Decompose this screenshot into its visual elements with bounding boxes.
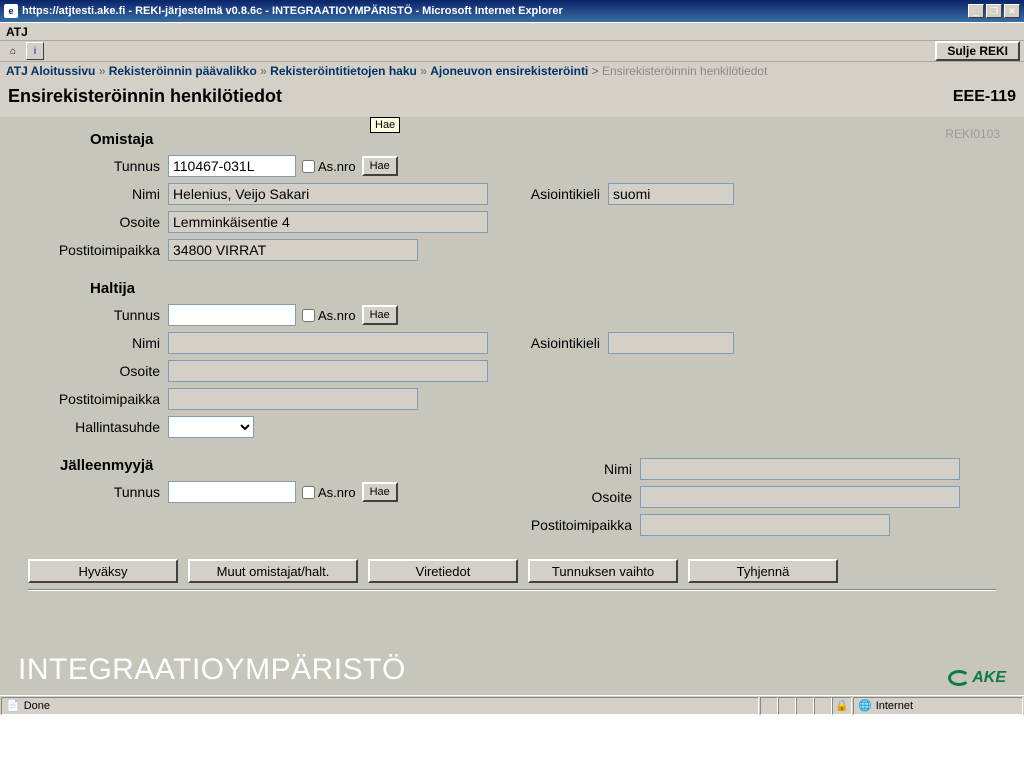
window-title: https://atjtesti.ake.fi - REKI-järjestel…	[22, 5, 968, 17]
jalleenmyyja-asnro-wrap[interactable]: As.nro	[302, 485, 356, 500]
jalleenmyyja-nimi	[640, 458, 960, 480]
omistaja-heading: Omistaja	[90, 131, 1004, 148]
label-osoite: Osoite	[20, 214, 168, 230]
tunnuksen-vaihto-button[interactable]: Tunnuksen vaihto	[528, 559, 678, 583]
jalleenmyyja-osoite	[640, 486, 960, 508]
page-header: Ensirekisteröinnin henkilötiedot EEE-119	[0, 82, 1024, 117]
haltija-heading: Haltija	[90, 280, 1004, 297]
status-cell	[796, 697, 814, 715]
omistaja-postitoimipaikka: 34800 VIRRAT	[168, 239, 418, 261]
crumb-sep: »	[420, 64, 427, 78]
page-id: EEE-119	[953, 88, 1016, 106]
label-hallintasuhde: Hallintasuhde	[20, 419, 168, 435]
label-postitoimipaikka: Postitoimipaikka	[500, 517, 640, 533]
close-button[interactable]: ✕	[1004, 4, 1020, 18]
crumb-ensirek[interactable]: Ajoneuvon ensirekisteröinti	[430, 64, 588, 78]
haltija-hallintasuhde-select[interactable]	[168, 416, 254, 438]
status-cell	[814, 697, 832, 715]
crumb-sep: »	[260, 64, 267, 78]
sulje-reki-button[interactable]: Sulje REKI	[935, 41, 1020, 61]
omistaja-asiointikieli: suomi	[608, 183, 734, 205]
haltija-osoite	[168, 360, 488, 382]
haltija-nimi	[168, 332, 488, 354]
label-nimi: Nimi	[20, 186, 168, 202]
toolbar: ⌂ i Sulje REKI	[0, 40, 1024, 62]
haltija-postitoimipaikka	[168, 388, 418, 410]
omistaja-tunnus-input[interactable]	[168, 155, 296, 177]
app-menubar: ATJ	[0, 22, 1024, 40]
status-cell	[778, 697, 796, 715]
haltija-tunnus-input[interactable]	[168, 304, 296, 326]
content-footer: INTEGRAATIOYMPÄRISTÖ AKE	[18, 653, 1006, 687]
lock-icon: 🔒	[835, 699, 849, 712]
ie-icon: e	[4, 4, 18, 18]
maximize-button[interactable]: ❐	[986, 4, 1002, 18]
divider	[28, 589, 996, 591]
omistaja-asnro-wrap[interactable]: As.nro	[302, 159, 356, 174]
app-label[interactable]: ATJ	[6, 25, 28, 39]
muut-omistajat-button[interactable]: Muut omistajat/halt.	[188, 559, 358, 583]
crumb-haku[interactable]: Rekisteröintitietojen haku	[270, 64, 417, 78]
haltija-asnro-checkbox[interactable]	[302, 309, 315, 322]
label-postitoimipaikka: Postitoimipaikka	[20, 391, 168, 407]
haltija-asnro-wrap[interactable]: As.nro	[302, 308, 356, 323]
haltija-hae-button[interactable]: Hae	[362, 305, 398, 325]
label-osoite: Osoite	[20, 363, 168, 379]
zone-text: Internet	[876, 700, 913, 712]
section-haltija: Haltija Tunnus As.nro Hae Nimi Asiointik…	[20, 280, 1004, 439]
status-zone: 🌐 Internet	[853, 697, 1023, 715]
label-nimi: Nimi	[500, 461, 640, 477]
info-icon[interactable]: i	[26, 42, 44, 60]
label-osoite: Osoite	[500, 489, 640, 505]
hae-tooltip: Hae	[370, 117, 400, 133]
status-left: 📄 Done	[1, 697, 759, 715]
label-nimi: Nimi	[20, 335, 168, 351]
label-tunnus: Tunnus	[20, 307, 168, 323]
label-tunnus: Tunnus	[20, 158, 168, 174]
globe-icon: 🌐	[858, 699, 872, 712]
crumb-current: Ensirekisteröinnin henkilötiedot	[602, 64, 767, 78]
section-omistaja: Omistaja Tunnus As.nro Hae Hae Nimi Hele…	[20, 131, 1004, 262]
label-postitoimipaikka: Postitoimipaikka	[20, 242, 168, 258]
status-text: Done	[24, 700, 50, 712]
breadcrumbs: ATJ Aloitussivu » Rekisteröinnin päävali…	[0, 62, 1024, 82]
page-title: Ensirekisteröinnin henkilötiedot	[8, 86, 953, 107]
section-jalleenmyyja: Jälleenmyyjä Tunnus As.nro Hae Nimi	[20, 457, 1004, 541]
ake-logo: AKE	[948, 669, 1006, 687]
label-asiointikieli: Asiointikieli	[488, 335, 608, 351]
crumb-aloitus[interactable]: ATJ Aloitussivu	[6, 64, 95, 78]
environment-label: INTEGRAATIOYMPÄRISTÖ	[18, 653, 406, 687]
crumb-sep: >	[592, 64, 602, 78]
home-icon[interactable]: ⌂	[4, 42, 22, 60]
ake-swirl-icon	[948, 670, 970, 686]
status-bar: 📄 Done 🔒 🌐 Internet	[0, 695, 1024, 715]
jalleenmyyja-asnro-checkbox[interactable]	[302, 486, 315, 499]
omistaja-asnro-checkbox[interactable]	[302, 160, 315, 173]
content-area: REKI0103 Omistaja Tunnus As.nro Hae Hae …	[0, 117, 1024, 695]
jalleenmyyja-tunnus-input[interactable]	[168, 481, 296, 503]
crumb-paavalikko[interactable]: Rekisteröinnin päävalikko	[109, 64, 257, 78]
lock-cell: 🔒	[832, 697, 852, 715]
omistaja-osoite: Lemminkäisentie 4	[168, 211, 488, 233]
action-buttons: Hyväksy Muut omistajat/halt. Viretiedot …	[28, 559, 996, 583]
viretiedot-button[interactable]: Viretiedot	[368, 559, 518, 583]
haltija-asiointikieli	[608, 332, 734, 354]
omistaja-nimi: Helenius, Veijo Sakari	[168, 183, 488, 205]
omistaja-hae-button[interactable]: Hae	[362, 156, 398, 176]
jalleenmyyja-hae-button[interactable]: Hae	[362, 482, 398, 502]
jalleenmyyja-heading: Jälleenmyyjä	[60, 457, 500, 474]
crumb-sep: »	[99, 64, 106, 78]
window-titlebar: e https://atjtesti.ake.fi - REKI-järjest…	[0, 0, 1024, 22]
label-asiointikieli: Asiointikieli	[488, 186, 608, 202]
minimize-button[interactable]: _	[968, 4, 984, 18]
tyhjenna-button[interactable]: Tyhjennä	[688, 559, 838, 583]
label-tunnus: Tunnus	[20, 484, 168, 500]
document-icon: 📄	[6, 699, 20, 712]
hyvaksy-button[interactable]: Hyväksy	[28, 559, 178, 583]
jalleenmyyja-postitoimipaikka	[640, 514, 890, 536]
status-cell	[760, 697, 778, 715]
window-buttons: _ ❐ ✕	[968, 4, 1020, 18]
